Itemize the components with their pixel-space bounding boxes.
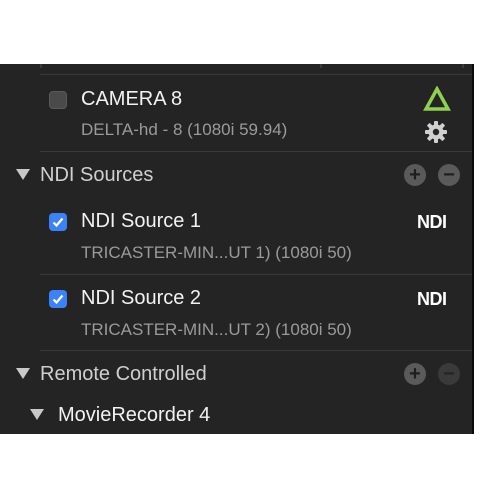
source-title: NDI Source 2 bbox=[81, 287, 202, 309]
source-row-camera-8[interactable]: CAMERA 8 DELTA-hd - 8 (1080i 59.94) bbox=[0, 74, 472, 152]
minus-icon[interactable]: − bbox=[438, 164, 460, 186]
ndi-source-2-checkbox[interactable] bbox=[49, 290, 67, 308]
sources-panel: CAMERA 8 DELTA-hd - 8 (1080i 59.94) NDI … bbox=[0, 64, 472, 434]
plus-icon[interactable]: + bbox=[404, 363, 426, 385]
section-header-remote-controlled[interactable]: Remote Controlled + − bbox=[0, 351, 472, 397]
disclosure-triangle-icon[interactable] bbox=[30, 409, 44, 420]
section-label: Remote Controlled bbox=[40, 363, 207, 385]
source-title: NDI Source 1 bbox=[81, 210, 202, 232]
disclosure-triangle-icon[interactable] bbox=[16, 368, 30, 379]
source-title: CAMERA 8 bbox=[81, 88, 183, 110]
ndi-badge: NDI bbox=[417, 289, 447, 309]
row-separator-tick bbox=[462, 64, 464, 68]
ndi-source-1-checkbox[interactable] bbox=[49, 213, 67, 231]
source-subtitle: TRICASTER-MIN...UT 2) (1080i 50) bbox=[81, 320, 352, 339]
triangle-delta-icon[interactable] bbox=[423, 85, 451, 117]
device-title: MovieRecorder 4 bbox=[58, 404, 211, 426]
window-edge bbox=[472, 64, 474, 434]
section-label: NDI Sources bbox=[40, 164, 154, 186]
source-subtitle: DELTA-hd - 8 (1080i 59.94) bbox=[81, 120, 288, 139]
row-separator-tick bbox=[320, 64, 322, 68]
section-header-ndi-sources[interactable]: NDI Sources + − bbox=[0, 152, 472, 198]
camera-8-checkbox[interactable] bbox=[49, 91, 67, 109]
source-subtitle: TRICASTER-MIN...UT 1) (1080i 50) bbox=[81, 243, 352, 262]
source-row-ndi-source-2[interactable]: NDI Source 2 TRICASTER-MIN...UT 2) (1080… bbox=[0, 275, 472, 351]
disclosure-triangle-icon[interactable] bbox=[16, 169, 30, 180]
row-separator-tick bbox=[40, 64, 42, 68]
device-row-movierecorder-4[interactable]: MovieRecorder 4 bbox=[0, 397, 472, 434]
plus-icon[interactable]: + bbox=[404, 164, 426, 186]
ndi-badge: NDI bbox=[417, 212, 447, 232]
minus-icon[interactable]: − bbox=[438, 363, 460, 385]
source-row-ndi-source-1[interactable]: NDI Source 1 TRICASTER-MIN...UT 1) (1080… bbox=[0, 198, 472, 274]
gear-icon[interactable] bbox=[424, 120, 448, 149]
